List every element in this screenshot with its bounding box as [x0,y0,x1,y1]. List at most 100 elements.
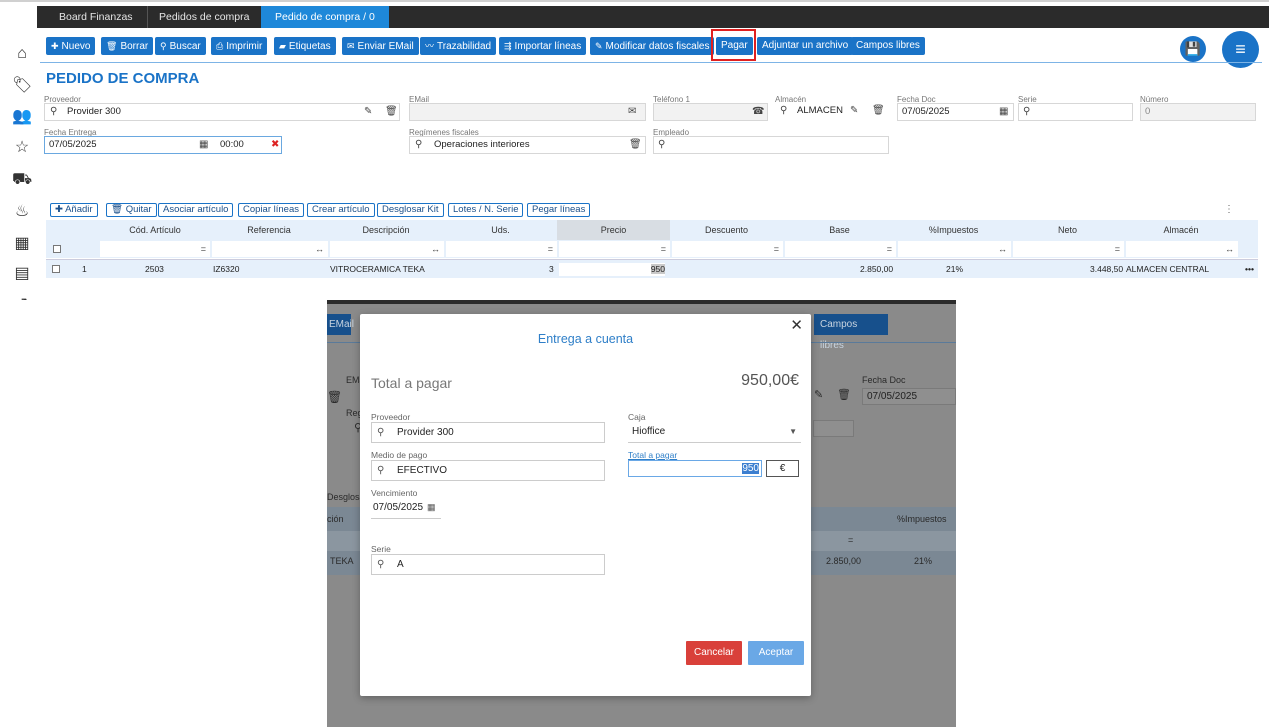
col-impuestos[interactable]: %Impuestos [896,220,1011,240]
users-icon[interactable]: 👥 [12,107,32,127]
col-neto[interactable]: Neto [1011,220,1124,240]
tag-icon[interactable]: 🏷 [12,76,32,96]
proveedor-field[interactable]: ⚲ Provider 300 [44,103,400,121]
serie-field[interactable]: ⚲ [1018,103,1133,121]
save-button[interactable]: 💾 [1180,36,1206,62]
row-checkbox[interactable] [52,265,60,273]
trazabilidad-button[interactable]: 〰 Trazabilidad [420,37,497,55]
anadir-button[interactable]: ✚ Añadir [50,203,98,217]
calculator-icon[interactable]: ▤ [12,264,32,284]
vencimiento-field[interactable]: 07/05/2025 ▦ [371,498,441,519]
asociar-articulo-button[interactable]: Asociar artículo [158,203,234,217]
col-precio[interactable]: Precio [557,220,670,240]
chef-hat-icon[interactable]: ♨ [12,202,32,222]
home-icon[interactable]: ⌂ [12,44,32,64]
col-cod-articulo[interactable]: Cód. Artículo [100,220,210,240]
numero-field[interactable]: 0 [1140,103,1256,121]
hora-entrega-value[interactable]: 00:00 [220,137,244,153]
grid-options-icon[interactable]: ⋮ [1224,204,1234,215]
copiar-lineas-button[interactable]: Copiar líneas [238,203,304,217]
medio-pago-field[interactable]: ⚲ EFECTIVO [371,460,605,481]
etiquetas-button[interactable]: ▰ Etiquetas [274,37,336,55]
col-base[interactable]: Base [783,220,896,240]
nuevo-button[interactable]: ✚ Nuevo [46,37,96,55]
col-descripcion[interactable]: Descripción [328,220,444,240]
share-icon[interactable]: ↗ [12,294,32,300]
filter-impuestos[interactable]: ↔ [898,241,1011,257]
regimenes-field[interactable]: ⚲ Operaciones interiores 🗑 [409,136,646,154]
tab-board-finanzas[interactable]: Board Finanzas [45,6,148,28]
telefono-field[interactable]: ☎ [653,103,768,121]
importar-lineas-button[interactable]: ⇶ Importar líneas [499,37,587,55]
cancelar-button[interactable]: Cancelar [686,641,742,665]
currency-button[interactable]: € [766,460,799,477]
building-icon[interactable]: ▦ [12,234,32,254]
clear-icon[interactable]: ✖ [271,137,279,153]
fecha-doc-field[interactable]: 07/05/2025 ▦ [897,103,1014,121]
trash-icon[interactable]: 🗑 [629,137,642,153]
cell-uds: 3 [549,264,554,274]
buscar-button[interactable]: ⚲ Buscar [155,37,206,55]
cell-line: 1 [82,264,87,274]
email-field[interactable]: ✉ [409,103,646,121]
empleado-field[interactable]: ⚲ [653,136,889,154]
tab-pedidos-compra[interactable]: Pedidos de compra [145,6,265,28]
campos-libres-button[interactable]: Campos libres [851,37,925,55]
filter-neto[interactable]: = [1013,241,1124,257]
edit-icon[interactable]: ✎ [364,104,372,120]
aceptar-button[interactable]: Aceptar [748,641,804,665]
search-icon: ⚲ [160,41,167,51]
total-pagar-input[interactable]: 950 [628,460,762,477]
filter-uds[interactable]: = [446,241,557,257]
bg-email-button: EMail [327,314,354,335]
enviar-email-button[interactable]: ✉ Enviar EMail [342,37,419,55]
search-icon: ⚲ [415,139,423,150]
select-all-checkbox[interactable] [53,245,61,253]
table-row[interactable]: 1 2503 IZ6320 VITROCERAMICA TEKA 3 950 2… [46,259,1258,278]
tab-pedido-compra-0[interactable]: Pedido de compra / 0 [261,6,389,28]
almacen-field[interactable]: ⚲ ALMACEN ✎ 🗑 [775,103,890,121]
filter-descuento[interactable]: = [672,241,783,257]
filter-cod[interactable]: = [100,241,210,257]
quitar-button[interactable]: 🗑 Quitar [106,203,157,217]
filter-referencia[interactable]: ↔ [212,241,328,257]
crear-articulo-button[interactable]: Crear artículo [307,203,375,217]
search-icon: ⚲ [377,427,385,438]
pagar-highlight-outline [711,29,756,61]
cell-precio[interactable]: 950 [559,263,665,276]
truck-icon[interactable]: ⛟ [12,170,32,190]
star-box-icon[interactable]: ☆ [12,138,32,158]
trash-icon[interactable]: 🗑 [385,104,398,120]
bg-fecha-doc-label: Fecha Doc [862,375,906,385]
col-uds[interactable]: Uds. [444,220,557,240]
imprimir-button[interactable]: ⎙ Imprimir [211,37,268,55]
bg-impuestos-col: %Impuestos [897,514,947,524]
col-descuento[interactable]: Descuento [670,220,783,240]
trash-icon: 🗑 [111,204,126,215]
proveedor-field[interactable]: ⚲ Provider 300 [371,422,605,443]
filter-almacen[interactable]: ↔ [1126,241,1238,257]
desglosar-kit-button[interactable]: Desglosar Kit [377,203,444,217]
edit-icon[interactable]: ✎ [850,103,858,119]
calendar-icon[interactable]: ▦ [199,137,208,153]
trash-icon[interactable]: 🗑 [872,103,885,119]
filter-precio[interactable]: = [559,241,670,257]
filter-base[interactable]: = [785,241,896,257]
modificar-datos-fiscales-button[interactable]: ✎ Modificar datos fiscales [590,37,715,55]
col-referencia[interactable]: Referencia [210,220,328,240]
chevron-down-icon: ▼ [789,427,797,436]
filter-descripcion[interactable]: ↔ [330,241,444,257]
calendar-icon[interactable]: ▦ [427,498,436,517]
col-almacen[interactable]: Almacén [1124,220,1238,240]
borrar-button[interactable]: 🗑 Borrar [101,37,154,55]
lotes-serie-button[interactable]: Lotes / N. Serie [448,203,524,217]
calendar-icon[interactable]: ▦ [999,104,1008,120]
bg-teka: TEKA [330,556,354,566]
row-more-icon[interactable]: ••• [1245,260,1254,279]
fecha-entrega-field[interactable]: 07/05/2025 ▦ 00:00 ✖ [44,136,282,154]
pegar-lineas-button[interactable]: Pegar líneas [527,203,591,217]
adjuntar-archivo-button[interactable]: Adjuntar un archivo [757,37,854,55]
caja-select[interactable]: Hioffice ▼ [628,422,801,443]
serie-field[interactable]: ⚲ A [371,554,605,575]
bg-impuestos: 21% [914,556,933,566]
